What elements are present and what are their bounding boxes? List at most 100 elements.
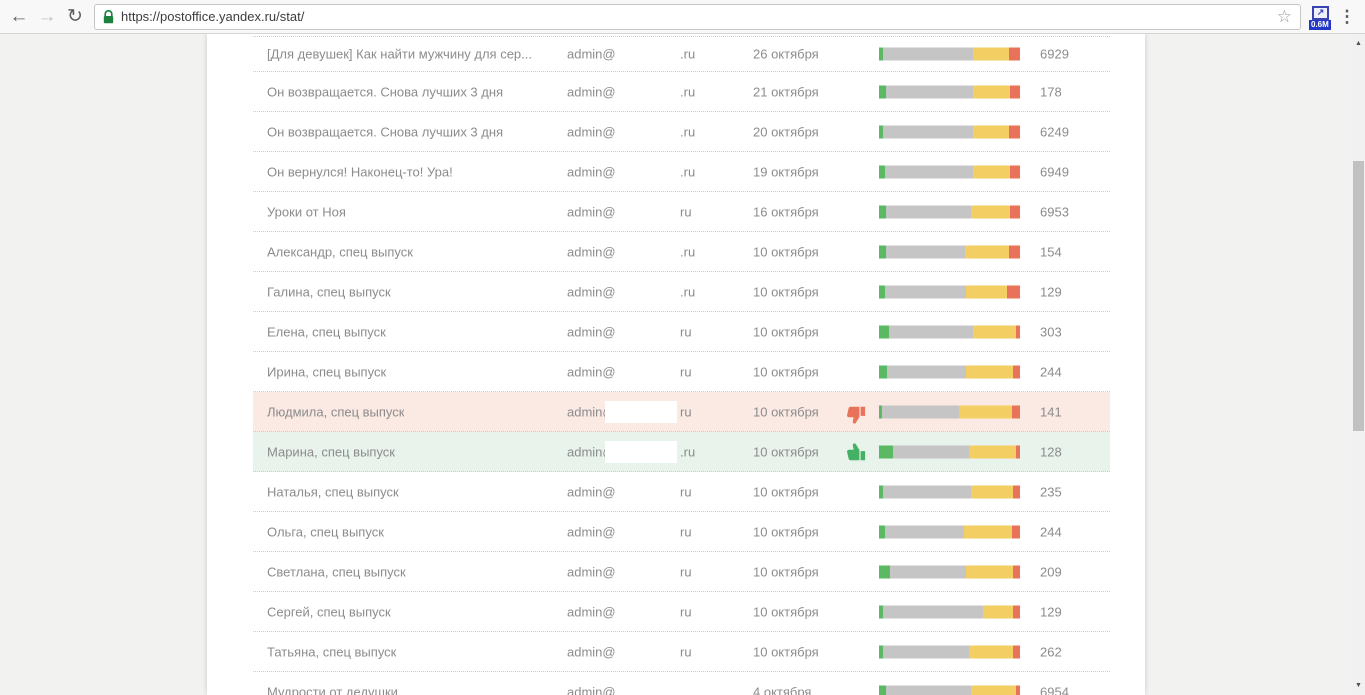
campaign-subject: Он вернулся! Наконец-то! Ура! (267, 164, 453, 179)
table-row[interactable]: Елена, спец выпуск admin@ ru 10 октября … (253, 312, 1110, 352)
scrollbar-thumb[interactable] (1353, 161, 1364, 431)
campaign-subject: Он возвращается. Снова лучших 3 дня (267, 84, 503, 99)
campaign-subject: Марина, спец выпуск (267, 444, 395, 459)
bar-segment-yellow (971, 205, 1010, 218)
open-count: 303 (1040, 324, 1062, 339)
table-row[interactable]: Мудрости от дедушки admin@ 4 октября 695… (253, 672, 1110, 695)
bar-segment-gray (882, 405, 960, 418)
bar-segment-gray (886, 685, 971, 695)
scrollbar-up-arrow[interactable]: ▲ (1352, 37, 1365, 50)
bar-segment-yellow (973, 325, 1015, 338)
sender-email-tld: .ru (680, 124, 695, 139)
table-row[interactable]: Александр, спец выпуск admin@ .ru 10 окт… (253, 232, 1110, 272)
thumbs-down-icon[interactable] (844, 404, 866, 426)
bar-segment-red (1013, 485, 1020, 498)
bar-segment-red (1010, 165, 1020, 178)
table-row[interactable]: Людмила, спец выпуск admin@ ru 10 октябр… (253, 392, 1110, 432)
sender-email-tld: .ru (680, 47, 695, 62)
table-row[interactable]: Он возвращается. Снова лучших 3 дня admi… (253, 72, 1110, 112)
bar-segment-red (1009, 245, 1020, 258)
delivery-stats-bar (879, 525, 1020, 538)
delivery-stats-bar (879, 325, 1020, 338)
bar-segment-red (1013, 565, 1020, 578)
bar-segment-red (1012, 405, 1020, 418)
scrollbar-down-arrow[interactable]: ▼ (1352, 679, 1365, 692)
campaign-subject: Ирина, спец выпуск (267, 364, 386, 379)
extension-icon: ↗ (1312, 6, 1329, 20)
sender-email-tld: ru (680, 604, 692, 619)
sender-email-tld: ru (680, 404, 692, 419)
open-count: 6929 (1040, 47, 1069, 62)
bar-segment-red (1016, 445, 1020, 458)
stats-page-card: [Для девушек] Как найти мужчину для сер.… (207, 34, 1145, 695)
send-date: 10 октября (753, 364, 819, 379)
open-count: 244 (1040, 364, 1062, 379)
forward-button[interactable]: → (34, 4, 60, 30)
send-date: 10 октября (753, 324, 819, 339)
bookmark-star-icon[interactable]: ☆ (1277, 8, 1292, 25)
table-row[interactable]: Наталья, спец выпуск admin@ ru 10 октябр… (253, 472, 1110, 512)
delivery-stats-bar (879, 685, 1020, 695)
table-row[interactable]: Светлана, спец выпуск admin@ ru 10 октяб… (253, 552, 1110, 592)
sender-email-tld: ru (680, 644, 692, 659)
bar-segment-red (1010, 205, 1020, 218)
address-bar[interactable]: https://postoffice.yandex.ru/stat/ ☆ (94, 4, 1301, 30)
campaign-table: [Для девушек] Как найти мужчину для сер.… (253, 36, 1110, 695)
send-date: 16 октября (753, 204, 819, 219)
delivery-stats-bar (879, 405, 1020, 418)
bar-segment-gray (887, 365, 966, 378)
campaign-subject: Уроки от Ноя (267, 204, 346, 219)
table-row[interactable]: Марина, спец выпуск admin@ .ru 10 октябр… (253, 432, 1110, 472)
send-date: 10 октября (753, 604, 819, 619)
campaign-subject: Светлана, спец выпуск (267, 564, 406, 579)
sender-email: admin@ (567, 484, 616, 499)
table-row[interactable]: [Для девушек] Как найти мужчину для сер.… (253, 37, 1110, 72)
sender-email-tld: .ru (680, 84, 695, 99)
sender-email-tld: ru (680, 524, 692, 539)
refresh-button[interactable]: ↻ (62, 4, 88, 30)
sender-email-tld: .ru (680, 164, 695, 179)
table-row[interactable]: Татьяна, спец выпуск admin@ ru 10 октябр… (253, 632, 1110, 672)
page-scrollbar[interactable]: ▲ ▼ (1352, 34, 1365, 695)
table-row[interactable]: Ольга, спец выпуск admin@ ru 10 октября … (253, 512, 1110, 552)
campaign-subject: Татьяна, спец выпуск (267, 644, 396, 659)
open-count: 244 (1040, 524, 1062, 539)
sender-email-tld: ru (680, 324, 692, 339)
bar-segment-yellow (969, 445, 1016, 458)
browser-menu-button[interactable]: ⋮ (1335, 4, 1359, 30)
campaign-subject: Александр, спец выпуск (267, 244, 413, 259)
extension-button[interactable]: ↗ 0.6M (1309, 3, 1333, 31)
delivery-stats-bar (879, 485, 1020, 498)
bar-segment-green (879, 85, 886, 98)
table-row[interactable]: Сергей, спец выпуск admin@ ru 10 октября… (253, 592, 1110, 632)
table-row[interactable]: Уроки от Ноя admin@ ru 16 октября 6953 (253, 192, 1110, 232)
back-button[interactable]: ← (6, 4, 32, 30)
table-row[interactable]: Галина, спец выпуск admin@ .ru 10 октябр… (253, 272, 1110, 312)
url-text[interactable]: https://postoffice.yandex.ru/stat/ (121, 9, 1277, 24)
page-content: [Для девушек] Как найти мужчину для сер.… (0, 34, 1365, 695)
sender-email-tld: ru (680, 484, 692, 499)
bar-segment-red (1016, 685, 1020, 695)
table-row[interactable]: Он вернулся! Наконец-то! Ура! admin@ .ru… (253, 152, 1110, 192)
send-date: 21 октября (753, 84, 819, 99)
sender-email: admin@ (567, 244, 616, 259)
bar-segment-gray (883, 605, 983, 618)
bar-segment-yellow (959, 405, 1011, 418)
bar-segment-green (879, 685, 886, 695)
bar-segment-gray (889, 325, 974, 338)
https-lock-icon (103, 10, 114, 24)
bar-segment-yellow (966, 285, 1007, 298)
delivery-stats-bar (879, 645, 1020, 658)
campaign-subject: [Для девушек] Как найти мужчину для сер.… (267, 47, 532, 62)
campaign-subject: Он возвращается. Снова лучших 3 дня (267, 124, 503, 139)
table-row[interactable]: Ирина, спец выпуск admin@ ru 10 октября … (253, 352, 1110, 392)
send-date: 4 октября (753, 684, 811, 695)
sender-email-tld: .ru (680, 244, 695, 259)
bar-segment-yellow (969, 645, 1013, 658)
open-count: 141 (1040, 404, 1062, 419)
bar-segment-gray (885, 285, 967, 298)
table-row[interactable]: Он возвращается. Снова лучших 3 дня admi… (253, 112, 1110, 152)
sender-email-tld: ru (680, 204, 692, 219)
thumbs-up-icon[interactable] (844, 441, 866, 463)
open-count: 6249 (1040, 124, 1069, 139)
